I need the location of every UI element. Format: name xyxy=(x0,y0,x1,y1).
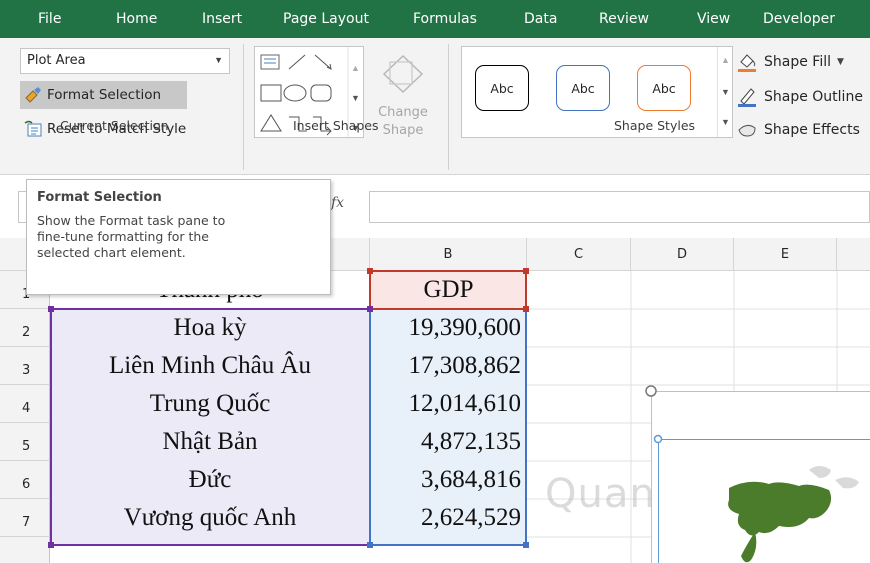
shape-style-preset[interactable]: Abc xyxy=(637,65,691,111)
shape-outline-label: Shape Outline xyxy=(764,89,863,105)
change-shape-icon xyxy=(382,54,424,94)
shape-effects-label: Shape Effects xyxy=(764,122,860,138)
map-shape-icon xyxy=(728,466,859,563)
shape-effects-icon xyxy=(738,124,756,137)
tab-review[interactable]: Review xyxy=(599,0,649,38)
format-brush-icon xyxy=(24,86,42,104)
shape-fill-label: Shape Fill xyxy=(764,54,831,70)
change-shape-label: Change Shape xyxy=(378,105,428,138)
more-icon: ▼ xyxy=(721,117,730,127)
tab-insert[interactable]: Insert xyxy=(202,0,242,38)
chart-element-value: Plot Area xyxy=(27,53,86,68)
svg-text:▲: ▲ xyxy=(351,63,360,73)
svg-text:▼: ▼ xyxy=(351,93,360,103)
tab-formulas[interactable]: Formulas xyxy=(413,0,477,38)
chart-element-select[interactable]: Plot Area ▼ xyxy=(20,48,230,74)
tab-home[interactable]: Home xyxy=(116,0,157,38)
tab-file[interactable]: File xyxy=(38,0,61,38)
insert-shapes-group-label: Insert Shapes xyxy=(293,118,379,133)
ribbon-tab-bar: File Home Insert Page Layout Formulas Da… xyxy=(0,0,870,38)
shape-styles-group-label: Shape Styles xyxy=(614,118,696,133)
group-divider xyxy=(243,44,244,170)
change-shape-button[interactable]: Change Shape xyxy=(370,48,436,144)
tooltip-body: Show the Format task pane to fine-tune f… xyxy=(37,213,226,260)
chevron-down-icon: ▼ xyxy=(837,57,844,67)
group-divider xyxy=(448,44,449,170)
shape-style-preset[interactable]: Abc xyxy=(475,65,529,111)
shape-fill-button[interactable]: Shape Fill ▼ xyxy=(736,50,844,74)
shape-style-preset[interactable]: Abc xyxy=(556,65,610,111)
reset-style-icon xyxy=(24,120,42,138)
tab-page-layout[interactable]: Page Layout xyxy=(283,0,369,38)
scroll-down-icon: ▼ xyxy=(721,87,730,97)
pencil-icon xyxy=(738,88,756,107)
tooltip-title: Format Selection xyxy=(37,190,162,205)
shape-effects-button[interactable]: Shape Effects xyxy=(736,118,860,142)
current-selection-group-label: Current Selection xyxy=(60,118,169,133)
format-selection-tooltip: Format Selection Show the Format task pa… xyxy=(26,179,331,295)
tab-view[interactable]: View xyxy=(697,0,730,38)
gallery-scrollbar[interactable]: ▲ ▼ ▼ xyxy=(717,47,732,137)
scroll-up-icon: ▲ xyxy=(721,55,730,65)
paint-bucket-icon xyxy=(738,54,756,72)
formula-input[interactable] xyxy=(369,191,870,223)
tab-data[interactable]: Data xyxy=(524,0,557,38)
tab-developer[interactable]: Developer xyxy=(763,0,835,38)
chart-plot-area[interactable] xyxy=(658,439,870,563)
insert-function-button[interactable]: fx xyxy=(331,195,344,211)
format-selection-label: Format Selection xyxy=(47,87,162,103)
format-selection-button[interactable]: Format Selection xyxy=(20,81,187,109)
shape-outline-button[interactable]: Shape Outline xyxy=(736,85,863,109)
chevron-down-icon: ▼ xyxy=(214,55,223,65)
